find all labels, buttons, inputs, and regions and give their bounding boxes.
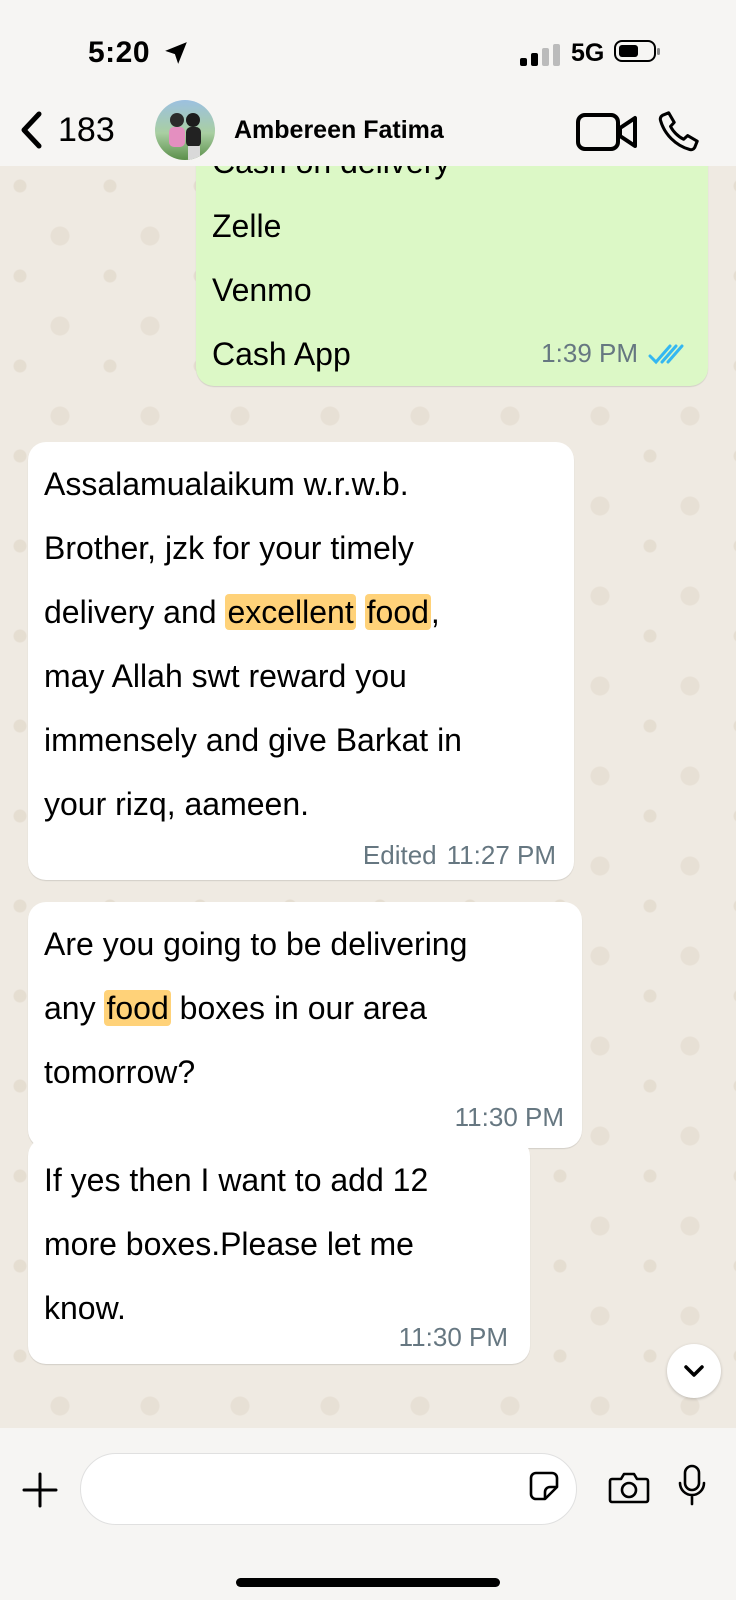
location-arrow-icon xyxy=(165,42,187,64)
status-bar: 5:20 5G xyxy=(0,0,736,96)
message-line: may Allah swt reward you xyxy=(44,658,407,694)
message-meta: Edited 11:27 PM xyxy=(363,840,556,871)
contact-name[interactable]: Ambereen Fatima xyxy=(234,116,444,145)
unread-count: 183 xyxy=(58,110,115,149)
message-line: any food boxes in our area xyxy=(44,976,467,1040)
avatar-photo xyxy=(169,113,201,160)
message-line: more boxes.Please let me xyxy=(44,1226,414,1262)
message-line: your rizq, aameen. xyxy=(44,786,310,822)
sticker-icon[interactable] xyxy=(528,1470,560,1502)
search-highlight: food xyxy=(104,990,171,1026)
message-meta: 11:30 PM xyxy=(399,1322,508,1353)
double-check-icon xyxy=(648,344,684,364)
message-bubble-incoming[interactable]: Are you going to be delivering any food … xyxy=(28,902,582,1148)
message-bubble-incoming[interactable]: If yes then I want to add 12 more boxes.… xyxy=(28,1138,530,1364)
message-input[interactable] xyxy=(80,1453,577,1525)
back-button[interactable]: 183 xyxy=(18,110,115,150)
message-meta: 11:30 PM xyxy=(455,1102,564,1133)
chat-header: 183 Ambereen Fatima xyxy=(0,96,736,166)
scroll-to-bottom-button[interactable] xyxy=(667,1344,721,1398)
message-line: tomorrow? xyxy=(44,1054,196,1090)
contact-avatar[interactable] xyxy=(155,100,215,160)
chevron-down-icon xyxy=(684,1365,704,1377)
message-line: Venmo xyxy=(212,272,312,308)
message-text: delivery and xyxy=(44,594,226,630)
camera-icon[interactable] xyxy=(608,1470,650,1504)
message-line: Assalamualaikum w.r.w.b. xyxy=(44,466,409,502)
message-text: any xyxy=(44,990,105,1026)
back-chevron-icon xyxy=(21,111,42,149)
edited-label: Edited xyxy=(362,840,437,870)
message-line: know. xyxy=(44,1290,126,1326)
message-composer xyxy=(0,1428,736,1600)
signal-icon xyxy=(520,44,560,66)
message-line: delivery and excellent food, xyxy=(44,580,462,644)
message-line: Zelle xyxy=(212,208,282,244)
chat-screen: 5:20 5G 183 Ambereen Fatima Zelle Venmo … xyxy=(0,0,736,1600)
message-line: Brother, jzk for your timely xyxy=(44,530,414,566)
message-time: 11:27 PM xyxy=(446,840,556,870)
microphone-icon[interactable] xyxy=(677,1464,707,1508)
message-line: immensely and give Barkat in xyxy=(44,722,462,758)
message-line: Cash App xyxy=(212,336,351,372)
search-highlight: excellent xyxy=(225,594,356,630)
status-time: 5:20 xyxy=(88,36,151,69)
plus-icon[interactable] xyxy=(22,1472,58,1508)
network-label: 5G xyxy=(571,39,605,67)
message-line: Cash on delivery xyxy=(212,166,450,194)
message-text: boxes in our area xyxy=(170,990,427,1026)
message-bubble-outgoing[interactable]: Cash on delivery Zelle Venmo Cash App 1:… xyxy=(196,166,708,386)
message-text: , xyxy=(430,594,440,630)
video-call-icon[interactable] xyxy=(575,112,639,152)
message-time: 11:30 PM xyxy=(398,1322,508,1352)
message-time: 11:30 PM xyxy=(454,1102,564,1132)
search-highlight: food xyxy=(364,594,431,630)
message-bubble-incoming[interactable]: Assalamualaikum w.r.w.b. Brother, jzk fo… xyxy=(28,442,574,880)
message-line: Are you going to be delivering xyxy=(44,926,468,962)
message-line: If yes then I want to add 12 xyxy=(44,1162,429,1198)
battery-icon xyxy=(614,40,660,62)
message-list[interactable]: Cash on delivery Zelle Venmo Cash App 1:… xyxy=(0,166,736,1428)
message-meta: 1:39 PM xyxy=(541,338,686,369)
message-time: 1:39 PM xyxy=(541,338,638,368)
phone-icon[interactable] xyxy=(656,108,702,154)
home-indicator xyxy=(236,1578,500,1587)
